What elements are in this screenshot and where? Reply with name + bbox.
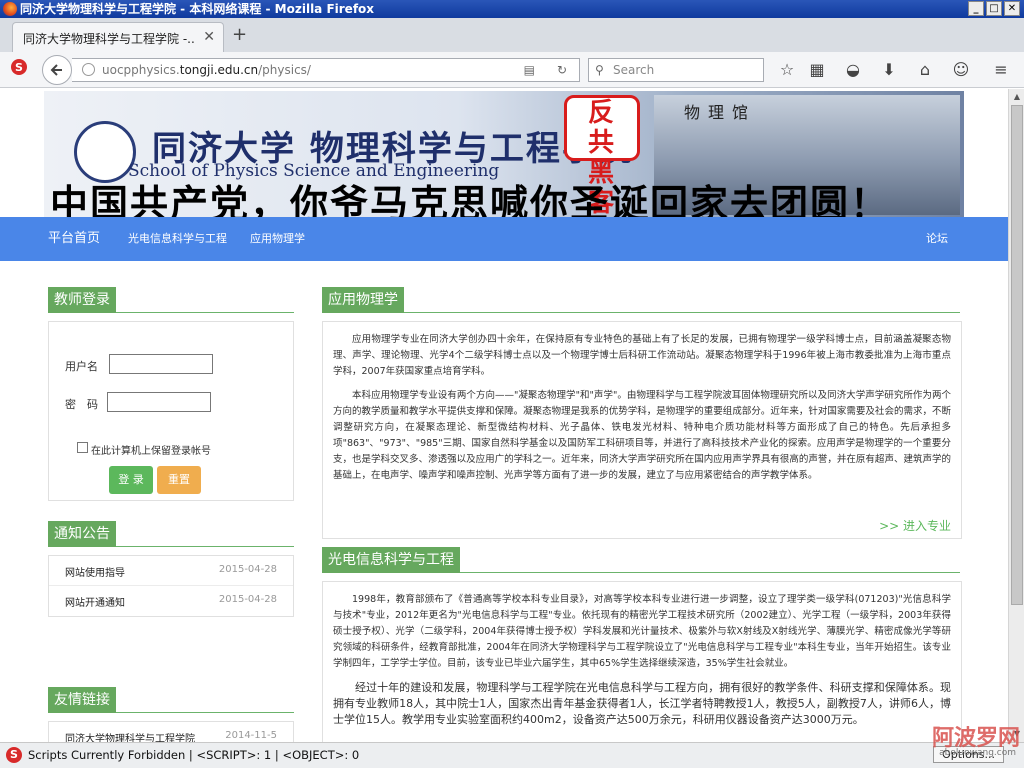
site-banner: 同济大学 物理科学与工程学院 School of Physics Science… — [44, 91, 964, 217]
opto-paragraph-2: 经过十年的建设和发展，物理科学与工程学院在光电信息科学与工程方向，拥有很好的教学… — [333, 681, 952, 726]
scroll-up-icon[interactable]: ▲ — [1009, 89, 1024, 105]
noscript-statusbar: S Scripts Currently Forbidden | <SCRIPT>… — [0, 742, 1024, 768]
opto-paragraph-1: 1998年，教育部颁布了《普通高等学校本科专业目录》，对高等学校本科专业进行进一… — [333, 594, 951, 669]
username-input[interactable] — [109, 354, 213, 374]
downloads-icon[interactable]: ⬇ — [878, 58, 900, 82]
menu-icon[interactable]: ≡ — [990, 58, 1012, 82]
links-list: 同济大学物理科学与工程学院 2014-11-5 — [48, 721, 294, 742]
chat-icon[interactable]: ☺ — [950, 58, 972, 82]
links-section-header: 友情链接 — [48, 687, 294, 713]
navigation-toolbar: S uocpphysics.tongji.edu.cn/physics/ ▤ ↻… — [0, 52, 1024, 88]
notice-item-title[interactable]: 网站使用指导 — [65, 564, 125, 579]
site-info-icon[interactable] — [82, 63, 95, 76]
applied-paragraph-1: 应用物理学专业在同济大学创办四十余年，在保持原有专业特色的基础上有了长足的发展，… — [333, 334, 951, 377]
bookmarks-list-icon[interactable]: ▦ — [806, 58, 828, 82]
links-title: 友情链接 — [48, 687, 116, 713]
url-path: /physics/ — [258, 63, 311, 77]
opto-title: 光电信息科学与工程 — [322, 547, 460, 573]
reset-button[interactable]: 重置 — [157, 466, 201, 494]
menu-forum[interactable]: 论坛 — [926, 217, 948, 261]
defacement-slogan: 中国共产党，你爷马克思喊你圣诞回家去团圆！ — [50, 182, 891, 217]
menu-applied-physics[interactable]: 应用物理学 — [250, 217, 305, 261]
link-item-date: 2014-11-5 — [225, 730, 277, 741]
reader-view-icon[interactable]: ▤ — [524, 59, 535, 81]
web-page: 同济大学 物理科学与工程学院 School of Physics Science… — [0, 89, 1008, 742]
username-label: 用户名 — [65, 360, 98, 373]
close-window-button[interactable]: ✕ — [1004, 1, 1020, 16]
enter-major-link[interactable]: >> 进入专业 — [879, 517, 951, 534]
noscript-status-icon[interactable]: S — [6, 747, 22, 763]
noscript-icon[interactable]: S — [8, 58, 30, 82]
script-status-text: Scripts Currently Forbidden | <SCRIPT>: … — [28, 748, 360, 762]
login-box: 用户名 密 码 在此计算机上保留登录帐号 登 录 重置 — [48, 321, 294, 501]
notice-section-header: 通知公告 — [48, 521, 294, 547]
new-tab-icon[interactable]: + — [232, 24, 247, 45]
scrollbar-thumb[interactable] — [1011, 105, 1023, 605]
notice-title: 通知公告 — [48, 521, 116, 547]
tab-close-icon[interactable]: ✕ — [203, 29, 215, 45]
menu-home[interactable]: 平台首页 — [48, 217, 100, 261]
password-input[interactable] — [107, 392, 211, 412]
search-placeholder: Search — [613, 63, 655, 77]
applied-paragraph-2: 本科应用物理学专业设有两个方向——"凝聚态物理学"和"声学"。由物理科学与工程学… — [333, 390, 951, 481]
link-item-title[interactable]: 同济大学物理科学与工程学院 — [65, 730, 195, 742]
notice-item-date: 2015-04-28 — [218, 564, 277, 575]
page-scrollbar[interactable]: ▲ ▼ — [1008, 89, 1024, 742]
opto-article: 1998年，教育部颁布了《普通高等学校本科专业目录》，对高等学校本科专业进行进一… — [322, 581, 962, 742]
applied-section-header: 应用物理学 — [322, 287, 960, 313]
list-item[interactable]: 同济大学物理科学与工程学院 2014-11-5 — [49, 722, 293, 742]
bookmark-star-icon[interactable]: ☆ — [776, 58, 798, 82]
window-titlebar: 同济大学物理科学与工程学院 - 本科网络课程 - Mozilla Firefox… — [0, 0, 1024, 18]
url-prefix: uocpphysics. — [102, 63, 180, 77]
url-bar[interactable]: uocpphysics.tongji.edu.cn/physics/ ▤ ↻ — [72, 58, 580, 82]
login-button[interactable]: 登 录 — [109, 466, 153, 494]
list-item[interactable]: 网站开通通知 2015-04-28 — [49, 586, 293, 616]
notice-item-title[interactable]: 网站开通通知 — [65, 594, 125, 609]
tab-title: 同济大学物理科学与工程学院 -... — [23, 32, 195, 46]
window-title: 同济大学物理科学与工程学院 - 本科网络课程 - Mozilla Firefox — [20, 2, 375, 16]
watermark-url: aboluowang.com — [939, 748, 1016, 758]
password-label: 密 码 — [65, 398, 98, 411]
notice-list: 网站使用指导 2015-04-28 网站开通通知 2015-04-28 — [48, 555, 294, 617]
applied-article: 应用物理学专业在同济大学创办四十余年，在保持原有专业特色的基础上有了长足的发展，… — [322, 321, 962, 539]
minimize-button[interactable]: _ — [968, 1, 984, 16]
search-icon: ⚲ — [595, 63, 604, 77]
main-menu: 平台首页 光电信息科学与工程 应用物理学 论坛 — [0, 217, 1008, 261]
maximize-button[interactable]: □ — [986, 1, 1002, 16]
list-item[interactable]: 网站使用指导 2015-04-28 — [49, 556, 293, 586]
browser-tab[interactable]: 同济大学物理科学与工程学院 -... ✕ — [12, 22, 224, 52]
notice-item-date: 2015-04-28 — [218, 594, 277, 605]
search-input[interactable]: ⚲ Search — [588, 58, 764, 82]
menu-optoelectronic[interactable]: 光电信息科学与工程 — [128, 217, 227, 261]
tab-strip: 同济大学物理科学与工程学院 -... ✕ + — [0, 18, 1024, 52]
home-icon[interactable]: ⌂ — [914, 58, 936, 82]
hacker-stamp: 反共黑客 — [564, 95, 640, 217]
building-title: 物理馆 — [684, 103, 757, 122]
remember-checkbox[interactable] — [77, 442, 88, 453]
firefox-icon — [3, 2, 17, 16]
svg-text:S: S — [15, 61, 23, 74]
login-title: 教师登录 — [48, 287, 116, 313]
back-button[interactable] — [42, 55, 72, 85]
pocket-icon[interactable]: ◒ — [842, 58, 864, 82]
reload-icon[interactable]: ↻ — [557, 59, 567, 81]
remember-label: 在此计算机上保留登录帐号 — [91, 446, 211, 457]
applied-title: 应用物理学 — [322, 287, 404, 313]
login-section-header: 教师登录 — [48, 287, 294, 313]
opto-section-header: 光电信息科学与工程 — [322, 547, 960, 573]
url-host: tongji.edu.cn — [179, 63, 259, 77]
